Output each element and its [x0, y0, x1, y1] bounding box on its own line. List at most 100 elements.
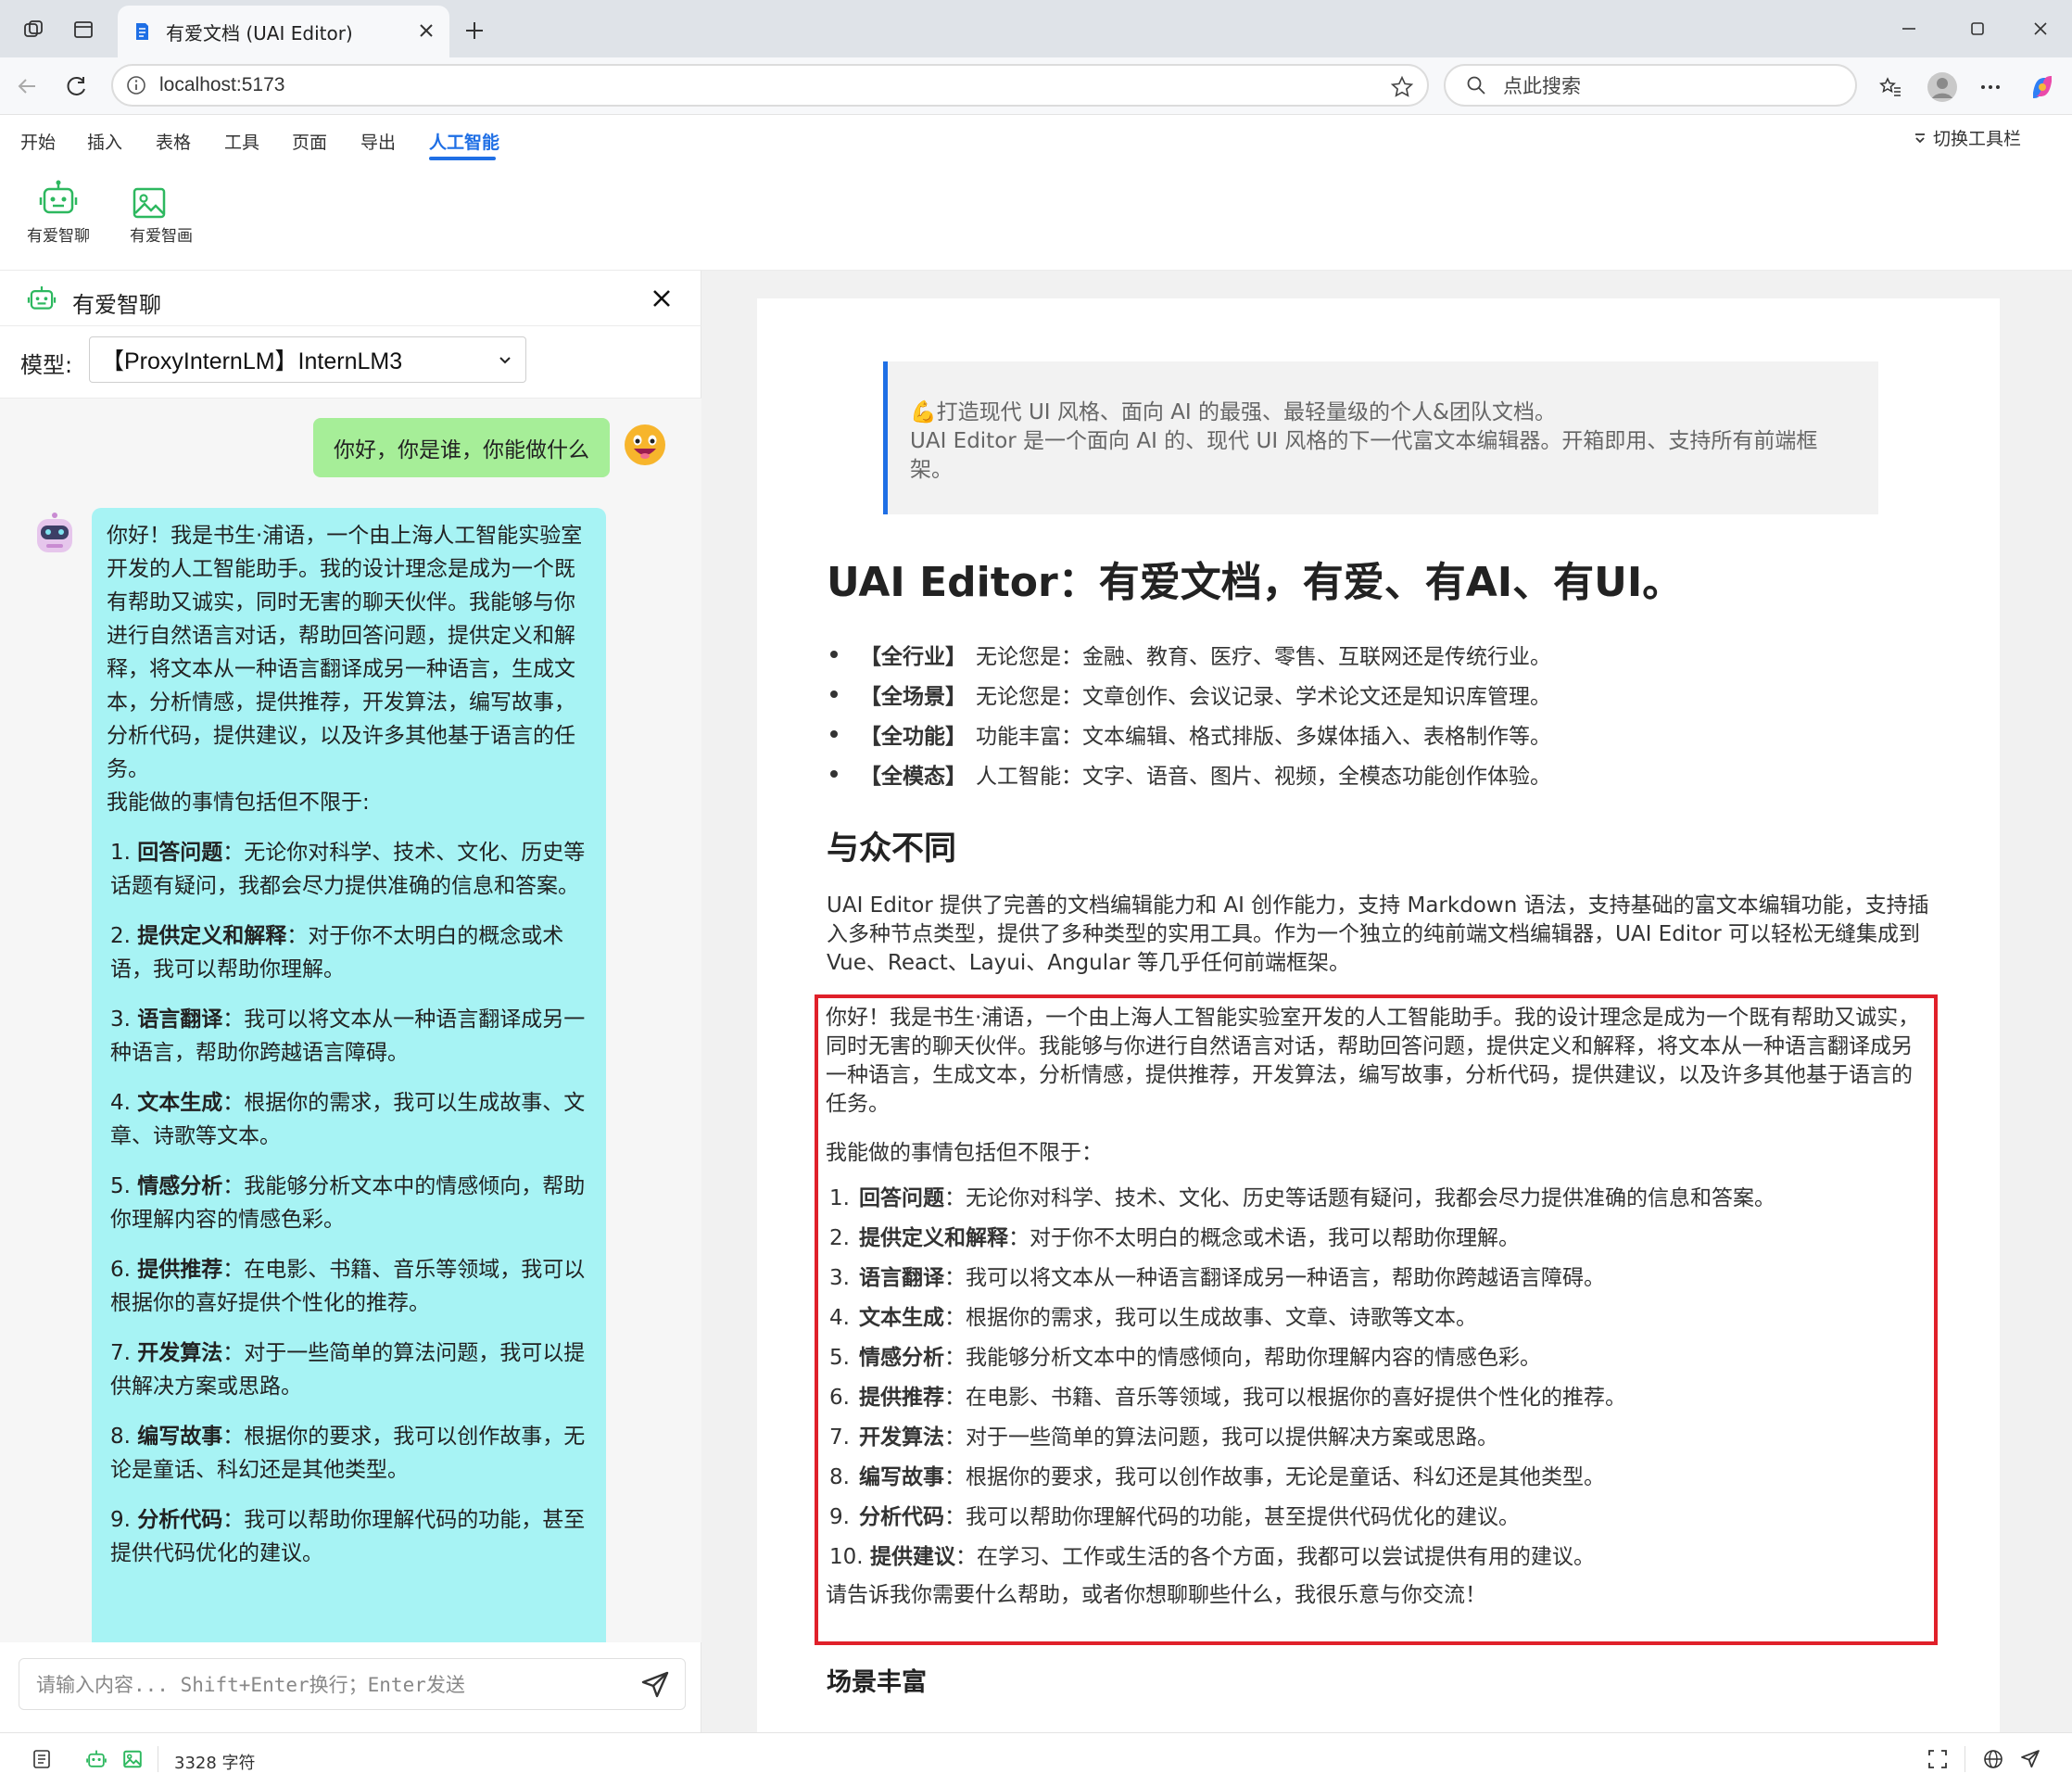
url-text: localhost:5173 [159, 74, 285, 95]
list-item: 4. 文本生成：根据你的需求，我可以生成故事、文章、诗歌等文本。 [110, 1091, 586, 1148]
list-item: 【全功能】 功能丰富：文本编辑、格式排版、多媒体插入、表格制作等。 [827, 714, 1551, 754]
globe-icon[interactable] [1983, 1749, 2003, 1769]
document-heading-2[interactable]: 与众不同 [827, 822, 956, 869]
robot-icon [37, 179, 80, 222]
chat-title: 有爱智聊 [72, 292, 161, 318]
browser-search-box[interactable]: 点此搜索 [1444, 64, 1857, 107]
list-item: 2. 提供定义和解释：对于你不太明白的概念或术语，我可以帮助你理解。 [110, 924, 564, 982]
ai-chat-tool-label: 有爱智聊 [27, 227, 90, 246]
browser-tab-bar: 有爱文档 (UAI Editor) [0, 0, 2072, 57]
chat-input[interactable]: 请输入内容... Shift+Enter换行；Enter发送 [19, 1658, 686, 1710]
menu-ai[interactable]: 人工智能 [429, 129, 499, 154]
list-item: 6. 提供推荐 ：在电影、书籍、音乐等领域，我可以根据你的喜好提供个性化的推荐。 [829, 1386, 1626, 1410]
close-window-icon[interactable] [2022, 13, 2059, 44]
list-item: 6. 提供推荐：在电影、书籍、音乐等领域，我可以根据你的喜好提供个性化的推荐。 [110, 1258, 586, 1315]
maximize-icon[interactable] [1959, 13, 1996, 44]
document-heading-1[interactable]: UAI Editor：有爱文档，有爱、有AI、有UI。 [827, 549, 1683, 608]
bot-avatar-icon [32, 512, 78, 558]
list-item: 7. 开发算法：对于一些简单的算法问题，我可以提供解决方案或思路。 [110, 1341, 586, 1399]
char-count: 3328 字符 [174, 1754, 256, 1773]
fullscreen-icon[interactable] [1927, 1749, 1948, 1769]
menu-insert[interactable]: 插入 [87, 129, 122, 154]
user-message-text: 你好，你是谁，你能做什么 [334, 438, 589, 462]
document-paragraph[interactable]: UAI Editor 提供了完善的文档编辑能力和 AI 创作能力，支持 Mark… [827, 892, 1939, 978]
list-item: 1. 回答问题：无论你对科学、技术、文化、历史等话题有疑问，我都会尽力提供准确的… [110, 841, 586, 898]
menu-export[interactable]: 导出 [360, 129, 396, 154]
chat-input-placeholder: 请输入内容... Shift+Enter换行；Enter发送 [36, 1674, 465, 1696]
blockquote[interactable]: 💪打造现代 UI 风格、面向 AI 的最强、最轻量级的个人&团队文档。 UAI … [883, 361, 1878, 514]
list-item: 2. 提供定义和解释 ：对于你不太明白的概念或术语，我可以帮助你理解。 [829, 1226, 1520, 1250]
copilot-icon[interactable] [2024, 69, 2061, 106]
list-item: 10. 提供建议 ：在学习、工作或生活的各个方面，我都可以尝试提供有用的建议。 [829, 1545, 1595, 1569]
ai-draw-tool-label: 有爱智画 [130, 227, 193, 246]
tab-title: 有爱文档 (UAI Editor) [166, 21, 353, 44]
model-select[interactable]: 【ProxyInternLM】InternLM3 [89, 336, 526, 383]
close-tab-icon[interactable] [416, 20, 436, 41]
editor-toolbar: 开始 插入 表格 工具 页面 导出 人工智能 切换工具栏 有爱智聊 有爱智画 [0, 116, 2072, 271]
back-icon[interactable] [11, 70, 43, 102]
list-item: 3. 语言翻译 ：我可以将文本从一种语言翻译成另一种语言，帮助你跨越语言障碍。 [829, 1266, 1605, 1290]
image-icon [131, 184, 168, 222]
menu-tools[interactable]: 工具 [224, 129, 259, 154]
list-item: 【全行业】 无论您是：金融、教育、医疗、零售、互联网还是传统行业。 [827, 634, 1551, 674]
profile-avatar-icon[interactable] [1924, 69, 1961, 106]
ai-chat-tool-button[interactable] [7, 179, 109, 262]
menu-table[interactable]: 表格 [156, 129, 191, 154]
site-info-icon[interactable] [126, 75, 146, 95]
close-icon[interactable] [651, 287, 673, 310]
list-item: 5. 情感分析 ：我能够分析文本中的情感倾向，帮助你理解内容的情感色彩。 [829, 1346, 1541, 1370]
address-bar[interactable]: localhost:5173 [111, 64, 1429, 107]
reload-icon[interactable] [61, 70, 93, 102]
user-avatar-icon [623, 423, 667, 467]
bot-intro-text: 你好！我是书生·浦语，一个由上海人工智能实验室开发的人工智能助手。我的设计理念是… [107, 524, 583, 781]
chevron-down-icon [498, 352, 512, 367]
ai-chat-panel: 有爱智聊 模型: 【ProxyInternLM】InternLM3 你好，你是谁… [0, 271, 701, 1732]
outline-icon[interactable] [32, 1749, 52, 1769]
search-placeholder: 点此搜索 [1503, 75, 1581, 97]
list-item: 9. 分析代码 ：我可以帮助你理解代码的功能，甚至提供代码优化的建议。 [829, 1505, 1520, 1529]
robot-icon [26, 284, 57, 315]
list-item: 8. 编写故事：根据你的要求，我可以创作故事，无论是童话、科幻还是其他类型。 [110, 1425, 586, 1482]
bot-lead-text: 我能做的事情包括但不限于: [107, 791, 370, 815]
more-menu-icon[interactable] [1974, 70, 2007, 104]
minimize-icon[interactable] [1890, 13, 1927, 44]
toggle-toolbar-button[interactable]: 切换工具栏 [1913, 125, 2021, 150]
image-icon[interactable] [122, 1749, 143, 1769]
inserted-capability-list: 1. 回答问题 ：无论你对科学、技术、文化、历史等话题有疑问，我都会尽力提供准确的信… [826, 1179, 1927, 1577]
browser-nav-bar: localhost:5173 点此搜索 [0, 57, 2072, 115]
ai-draw-tool-button[interactable] [131, 184, 168, 222]
list-item: 【全场景】 无论您是：文章创作、会议记录、学术论文还是知识库管理。 [827, 674, 1551, 714]
document-page[interactable]: 💪打造现代 UI 风格、面向 AI 的最强、最轻量级的个人&团队文档。 UAI … [757, 298, 2000, 1732]
document-heading-3[interactable]: 场景丰富 [827, 1662, 927, 1698]
send-icon[interactable] [640, 1670, 670, 1700]
new-tab-icon[interactable] [461, 17, 488, 44]
list-item: 【全模态】 人工智能：文字、语音、图片、视频，全模态功能创作体验。 [827, 754, 1551, 793]
chat-header: 有爱智聊 [0, 271, 701, 326]
list-item: 4. 文本生成 ：根据你的需求，我可以生成故事、文章、诗歌等文本。 [829, 1306, 1477, 1330]
user-message-bubble: 你好，你是谁，你能做什么 [313, 418, 610, 477]
send-icon[interactable] [2020, 1749, 2040, 1769]
browser-tab[interactable]: 有爱文档 (UAI Editor) [118, 6, 449, 57]
list-item: 5. 情感分析：我能够分析文本中的情感倾向，帮助你理解内容的情感色彩。 [110, 1174, 586, 1232]
inserted-ai-content[interactable]: 你好！我是书生·浦语，一个由上海人工智能实验室开发的人工智能助手。我的设计理念是… [815, 994, 1938, 1645]
doc-favicon-icon [131, 20, 153, 43]
document-canvas[interactable]: 💪打造现代 UI 风格、面向 AI 的最强、最轻量级的个人&团队文档。 UAI … [701, 271, 2072, 1732]
quote-line-1: 💪打造现代 UI 风格、面向 AI 的最强、最轻量级的个人&团队文档。 [910, 400, 1556, 424]
list-item: 3. 语言翻译：我可以将文本从一种语言翻译成另一种语言，帮助你跨越语言障碍。 [110, 1007, 586, 1065]
toggle-toolbar-label: 切换工具栏 [1933, 129, 2022, 149]
list-item: 7. 开发算法 ：对于一些简单的算法问题，我可以提供解决方案或思路。 [829, 1425, 1498, 1450]
menu-page[interactable]: 页面 [292, 129, 327, 154]
inserted-lead-text: 我能做的事情包括但不限于： [826, 1141, 1103, 1165]
chat-messages[interactable]: 你好，你是谁，你能做什么 你好！我是书生·浦语，一个由上海人工智能实验室开发的人… [0, 399, 701, 1642]
robot-icon[interactable] [85, 1749, 107, 1771]
list-item: 1. 回答问题 ：无论你对科学、技术、文化、历史等话题有疑问，我都会尽力提供准确的信… [829, 1186, 1775, 1210]
menu-start[interactable]: 开始 [20, 129, 56, 154]
inserted-intro-text: 你好！我是书生·浦语，一个由上海人工智能实验室开发的人工智能助手。我的设计理念是… [826, 1006, 1920, 1116]
tab-actions-icon[interactable] [69, 15, 98, 44]
status-bar: 3328 字符 [0, 1732, 2072, 1786]
quote-line-2: UAI Editor 是一个面向 AI 的、现代 UI 风格的下一代富文本编辑器… [910, 429, 1818, 482]
favorites-icon[interactable] [1874, 70, 1907, 104]
feature-list[interactable]: 【全行业】 无论您是：金融、教育、医疗、零售、互联网还是传统行业。 【全场景】 无论… [827, 634, 1551, 793]
favorite-star-icon[interactable] [1390, 75, 1414, 99]
workspaces-icon[interactable] [19, 15, 48, 44]
